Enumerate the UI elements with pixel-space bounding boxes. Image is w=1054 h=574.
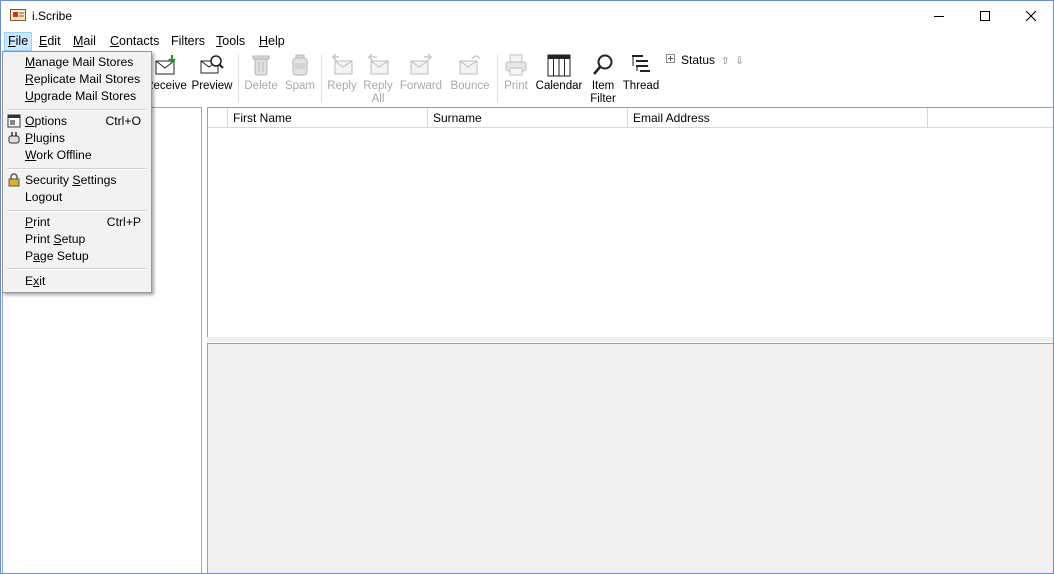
maximize-icon (980, 11, 990, 21)
calendar-icon (547, 54, 571, 77)
menu-item-security-settings[interactable]: Security Settings (3, 172, 151, 189)
menu-help[interactable]: Help (259, 33, 285, 50)
column-header-surname[interactable]: Surname (428, 108, 628, 128)
toolbar-separator (238, 55, 239, 103)
options-window-icon (7, 114, 21, 128)
status-filter[interactable]: Status ⇧ ⇩ (666, 53, 744, 67)
contact-list-pane[interactable]: First Name Surname Email Address (207, 107, 1053, 338)
menu-item-print-setup[interactable]: Print Setup (3, 231, 151, 248)
printer-icon (505, 54, 527, 76)
menu-item-page-setup[interactable]: Page Setup (3, 248, 151, 265)
spam-can-icon (292, 54, 308, 76)
reply-all-button[interactable]: Reply All (361, 51, 395, 106)
forward-icon (410, 53, 433, 75)
column-header-icon[interactable] (208, 108, 228, 128)
menu-item-replicate-mail-stores[interactable]: Replicate Mail Stores (3, 71, 151, 88)
sort-up-icon[interactable]: ⇧ (721, 56, 729, 67)
preview-button[interactable]: Preview (191, 51, 233, 93)
menu-item-print[interactable]: Print Ctrl+P (3, 214, 151, 231)
close-button[interactable] (1008, 1, 1053, 31)
delete-button[interactable]: Delete (243, 51, 279, 93)
column-header-filler (928, 108, 1053, 128)
menu-tools[interactable]: Tools (216, 33, 245, 50)
toolbar-separator (497, 55, 498, 103)
menu-bar: File Edit Mail Contacts Filters Tools He… (1, 31, 1053, 51)
menu-file[interactable]: File (4, 32, 33, 51)
menu-separator (7, 168, 147, 170)
iscribe-app-icon (10, 9, 26, 21)
calendar-button[interactable]: Calendar (535, 51, 583, 93)
lock-icon (8, 173, 20, 187)
menu-separator (7, 268, 147, 270)
app-window: i.Scribe File Edit Mail Contacts Filters… (0, 0, 1054, 574)
sort-down-icon[interactable]: ⇩ (735, 56, 743, 67)
pane-splitter[interactable] (207, 337, 1053, 342)
item-filter-button[interactable]: Item Filter (587, 51, 619, 106)
reply-button[interactable]: Reply (325, 51, 359, 93)
toolbar: Receive Preview Delete Spam Reply Reply … (1, 51, 1053, 107)
menu-item-upgrade-mail-stores[interactable]: Upgrade Mail Stores (3, 88, 151, 105)
close-icon (1025, 10, 1037, 22)
preview-mail-icon (200, 55, 224, 74)
file-menu-dropdown: Manage Mail Stores Replicate Mail Stores… (2, 51, 152, 293)
column-header-first-name[interactable]: First Name (228, 108, 428, 128)
menu-filters[interactable]: Filters (171, 33, 205, 50)
plug-icon (8, 132, 20, 144)
menu-separator (7, 109, 147, 111)
maximize-button[interactable] (962, 1, 1008, 31)
bounce-icon (459, 55, 481, 75)
minimize-icon (934, 16, 944, 17)
status-label: Status (681, 53, 716, 67)
menu-contacts[interactable]: Contacts (110, 33, 159, 50)
expand-icon[interactable] (666, 54, 675, 63)
reply-all-icon (367, 53, 389, 75)
spam-button[interactable]: Spam (283, 51, 317, 93)
bounce-button[interactable]: Bounce (448, 51, 492, 93)
title-bar: i.Scribe (1, 1, 1053, 31)
menu-item-work-offline[interactable]: Work Offline (3, 147, 151, 164)
menu-mail[interactable]: Mail (73, 33, 96, 50)
menu-item-options[interactable]: Options Ctrl+O (3, 113, 151, 130)
menu-item-exit[interactable]: Exit (3, 273, 151, 290)
toolbar-separator (321, 55, 322, 103)
minimize-button[interactable] (916, 1, 962, 31)
menu-separator (7, 210, 147, 212)
menu-item-manage-mail-stores[interactable]: Manage Mail Stores (3, 54, 151, 71)
menu-edit[interactable]: Edit (39, 33, 61, 50)
preview-pane (207, 343, 1053, 573)
reply-icon (331, 53, 353, 75)
column-header-email[interactable]: Email Address (628, 108, 928, 128)
window-title: i.Scribe (32, 9, 73, 23)
trash-icon (252, 55, 270, 76)
receive-mail-icon (155, 55, 176, 75)
forward-button[interactable]: Forward (398, 51, 444, 93)
thread-tree-icon (632, 55, 650, 72)
magnifier-icon (593, 54, 613, 75)
menu-item-plugins[interactable]: Plugins (3, 130, 151, 147)
menu-item-logout[interactable]: Logout (3, 189, 151, 206)
thread-button[interactable]: Thread (622, 51, 660, 93)
print-button[interactable]: Print (500, 51, 532, 93)
